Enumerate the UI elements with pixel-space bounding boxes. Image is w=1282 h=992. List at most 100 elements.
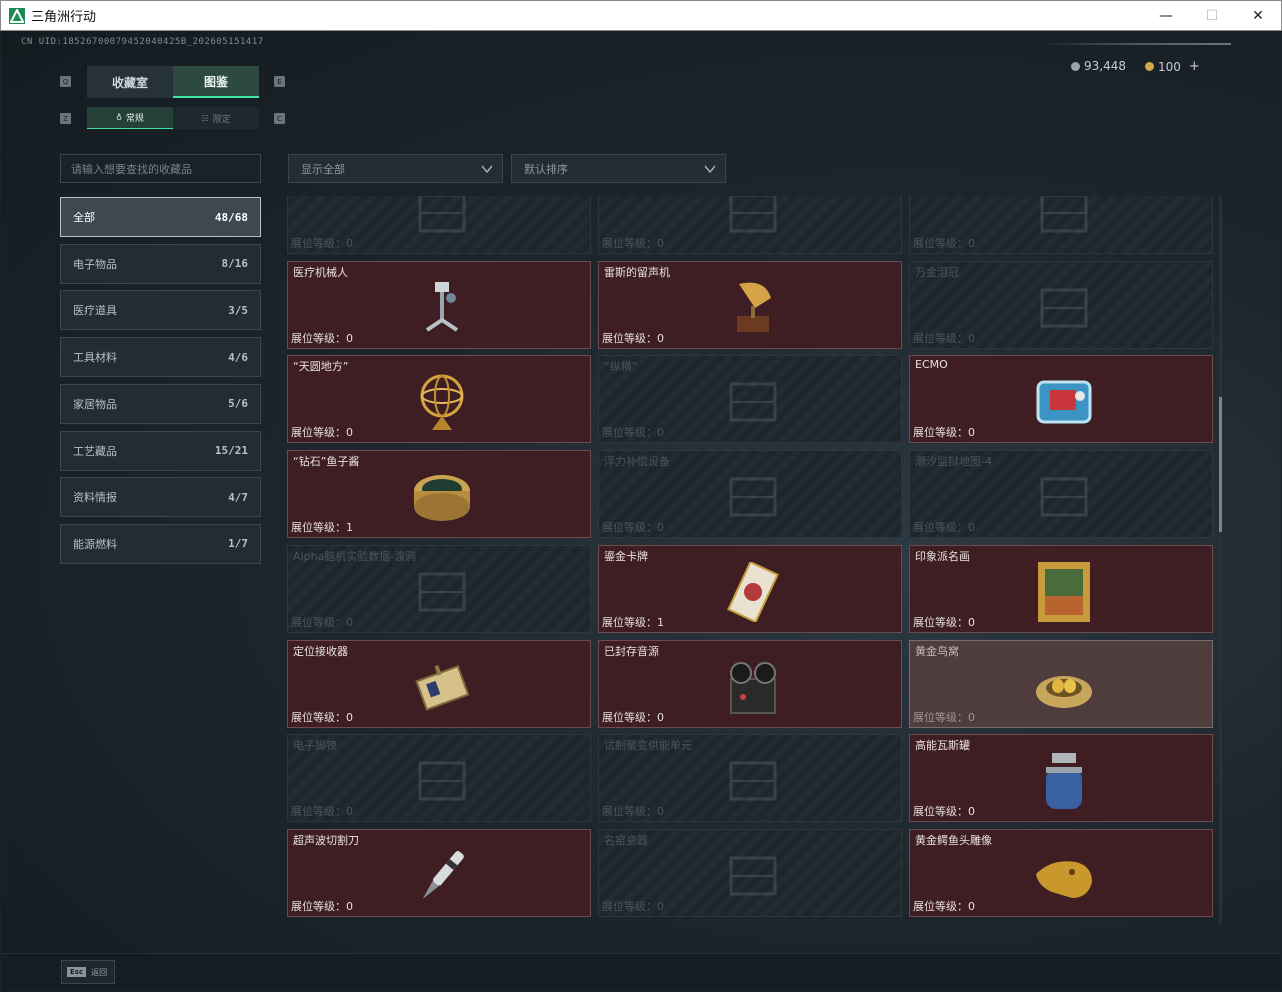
booth-level-value: 0 [346,710,353,724]
window-title: 三角洲行动 [31,10,97,25]
category-count: 1/7 [228,537,248,551]
fusion-cell-icon [717,745,789,817]
booth-level-value: 0 [657,899,664,913]
booth-level-label: 展位等级： [602,899,657,913]
crown-icon [1028,272,1100,344]
category-item[interactable]: 医疗道具 3/5 [60,290,261,331]
collection-card[interactable]: 电子脚镣 展位等级：0 [287,734,591,823]
item-name: 黄金鳄鱼头雕像 [915,833,992,847]
chessboard-icon [717,366,789,438]
collection-card[interactable]: 展位等级：0 [598,196,902,254]
chevron-down-icon [481,165,493,174]
collection-card[interactable]: 医疗机械人 展位等级：0 [287,260,591,349]
booth-level-value: 0 [968,710,975,724]
category-item[interactable]: 资料情报 4/7 [60,477,261,518]
category-item[interactable]: 工具材料 4/6 [60,337,261,378]
scrollbar-thumb[interactable] [1219,397,1222,532]
category-item[interactable]: 全部 48/68 [60,197,261,237]
collection-card[interactable]: 名窑瓷器 展位等级：0 [598,828,902,917]
top-divider [1041,43,1231,45]
booth-level-label: 展位等级： [291,710,346,724]
collection-card[interactable]: Alpha脑机实验数据-渡鸦 展位等级：0 [287,544,591,633]
booth-level-value: 1 [346,521,353,535]
game-viewport: CN UID:18526700079452040425B_20260515141… [1,31,1281,991]
ticket-amount: 100 [1158,59,1181,74]
booth-level-label: 展位等级： [913,710,968,724]
back-button[interactable]: Esc 返回 [61,960,115,984]
category-item[interactable]: 电子物品 8/16 [60,243,261,284]
booth-level-value: 0 [657,521,664,535]
booth-level-label: 展位等级： [602,615,657,629]
collection-card[interactable]: “钻石”鱼子酱 展位等级：1 [287,450,591,539]
maximize-button[interactable]: ☐ [1189,1,1235,31]
collection-card[interactable]: 超声波切割刀 展位等级：0 [287,828,591,917]
item-name: 浮力补偿设备 [604,455,670,469]
booth-level: 展位等级：1 [602,614,664,630]
booth-level-value: 0 [346,805,353,819]
booth-level-label: 展位等级： [291,426,346,440]
booth-level-value: 0 [968,521,975,535]
category-item[interactable]: 家居物品 5/6 [60,383,261,424]
scrollbar-track[interactable] [1219,196,1222,924]
caviar-tin-icon [406,461,478,533]
collection-grid: 展位等级：0 展位等级：0 展位等级：0 医疗机械人 展位等级：0 雷斯的留声机… [287,196,1215,924]
booth-level: 展位等级：0 [602,898,664,914]
collection-card[interactable]: 黄金鳄鱼头雕像 展位等级：0 [909,828,1213,917]
collection-card[interactable]: 高能瓦斯罐 展位等级：0 [909,734,1213,823]
collection-card[interactable]: 浮力补偿设备 展位等级：0 [598,450,902,539]
ultrasonic-knife-icon [406,840,478,912]
display-filter-value: 显示全部 [301,162,345,176]
booth-level: 展位等级：0 [913,519,975,535]
booth-level: 展位等级：0 [602,235,664,251]
booth-level-label: 展位等级： [602,426,657,440]
user-uid: CN UID:18526700079452040425B_20260515141… [21,37,264,47]
item-name: Alpha脑机实验数据-渡鸦 [293,549,417,563]
item-name: 鎏金卡牌 [604,549,648,563]
close-button[interactable]: ✕ [1235,1,1281,31]
booth-level: 展位等级：0 [913,803,975,819]
sort-dropdown[interactable]: 默认排序 [511,154,726,183]
collection-card[interactable]: ECMO 展位等级：0 [909,355,1213,444]
collection-card[interactable]: 鎏金卡牌 展位等级：1 [598,544,902,633]
reel-recorder-icon [717,651,789,723]
minimize-button[interactable]: — [1143,1,1189,31]
add-currency-button[interactable]: + [1189,59,1200,74]
collection-card[interactable]: 展位等级：0 [287,196,591,254]
booth-level: 展位等级：0 [602,424,664,440]
collection-card[interactable]: “纵横” 展位等级：0 [598,355,902,444]
item-name: 电子脚镣 [293,739,337,753]
medical-robot-icon [406,272,478,344]
category-label: 资料情报 [73,491,117,505]
collection-card[interactable]: 试制聚变供能单元 展位等级：0 [598,734,902,823]
collection-card[interactable]: 印象派名画 展位等级：0 [909,544,1213,633]
booth-level-label: 展位等级： [291,237,346,250]
item-name: ECMO [915,358,948,372]
collection-card[interactable]: 已封存音源 展位等级：0 [598,639,902,728]
tab-catalog[interactable]: 图鉴 [173,66,259,98]
booth-level-label: 展位等级： [913,237,968,250]
booth-level-label: 展位等级： [913,426,968,440]
display-filter-dropdown[interactable]: 显示全部 [288,154,503,183]
category-item[interactable]: 工艺藏品 15/21 [60,430,261,471]
tab-collection-room[interactable]: 收藏室 [87,66,173,98]
subtab-normal[interactable]: ♁ 常规 [87,107,173,129]
ticket-balance[interactable]: 100 + [1145,59,1200,74]
collection-card[interactable]: 雷斯的留声机 展位等级：0 [598,260,902,349]
category-label: 能源燃料 [73,537,117,551]
booth-level: 展位等级：0 [291,803,353,819]
booth-level-value: 0 [968,331,975,345]
search-input[interactable]: 请输入想要查找的收藏品 [60,154,261,183]
booth-level: 展位等级：0 [291,235,353,251]
collection-card[interactable]: 展位等级：0 [909,196,1213,254]
collection-card[interactable]: 黄金鸟窝 展位等级：0 [909,639,1213,728]
booth-level-label: 展位等级： [602,521,657,535]
subtab-normal-label: 常规 [125,114,144,124]
subtab-limited[interactable]: ☷ 限定 [173,107,259,129]
booth-level-value: 0 [346,899,353,913]
category-item[interactable]: 能源燃料 1/7 [60,523,261,564]
collection-card[interactable]: “天圆地方” 展位等级：0 [287,355,591,444]
booth-level-value: 0 [968,426,975,440]
collection-card[interactable]: 定位接收器 展位等级：0 [287,639,591,728]
collection-card[interactable]: 潮汐监狱地图-4 展位等级：0 [909,450,1213,539]
collection-card[interactable]: 万金泪冠 展位等级：0 [909,260,1213,349]
